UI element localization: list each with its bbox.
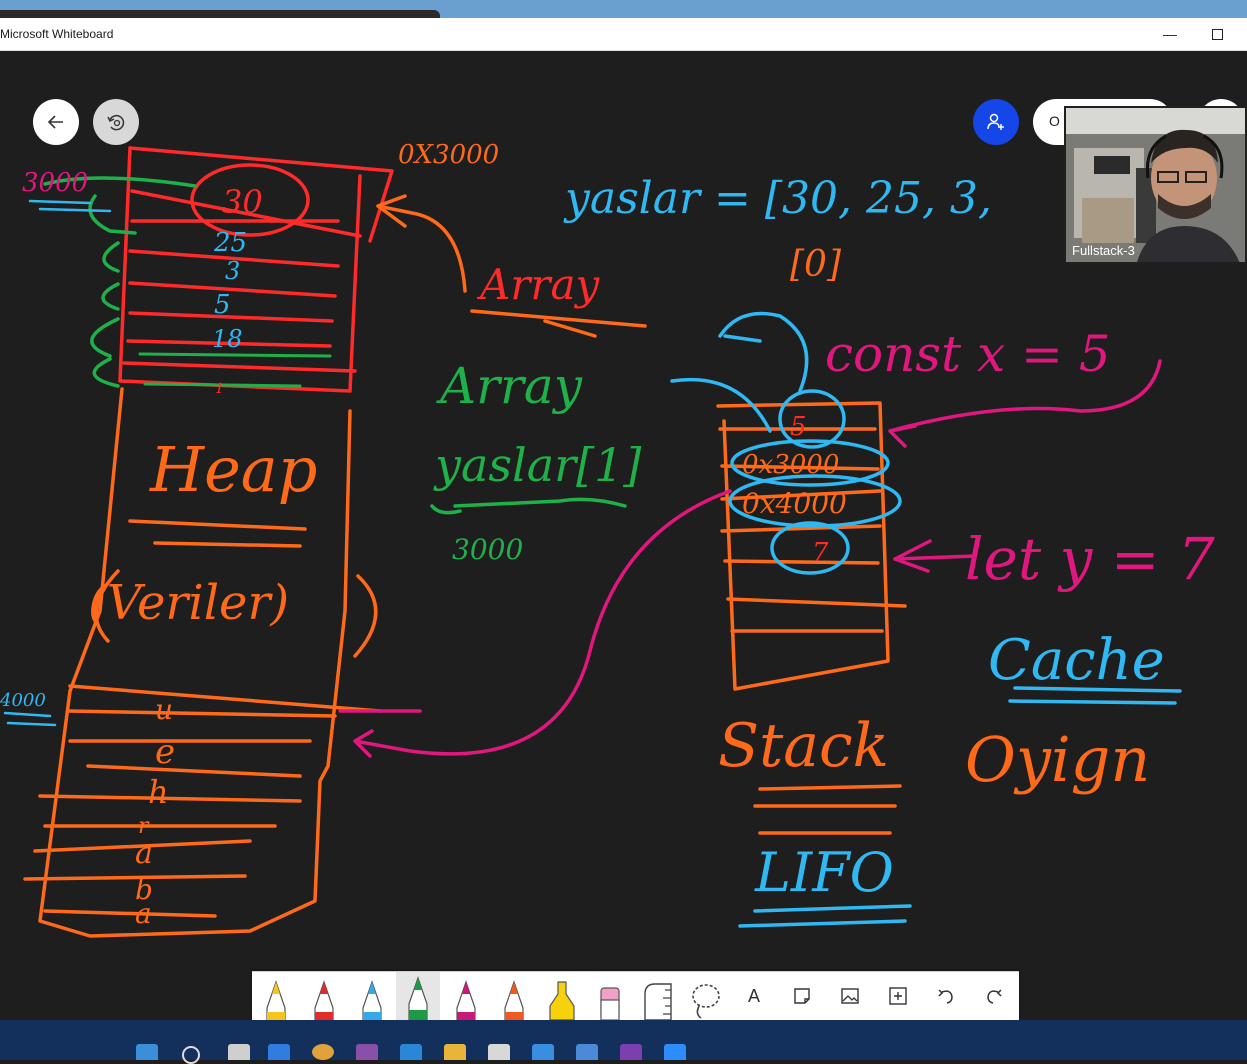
index-expression: yaslar[1] bbox=[433, 438, 641, 492]
vscode-icon[interactable] bbox=[400, 1044, 422, 1060]
undo-icon bbox=[938, 989, 953, 1004]
heap-title: Heap bbox=[149, 433, 317, 506]
pen-blue-icon bbox=[362, 980, 382, 1020]
heap-char-3: h bbox=[148, 773, 169, 811]
highlighter-tool[interactable] bbox=[540, 972, 584, 1020]
lifo-label: LIFO bbox=[754, 841, 894, 904]
heap-bottom-address: 4000 bbox=[0, 690, 46, 711]
heap-value-1: 30 bbox=[222, 183, 263, 221]
array-green-label: Array bbox=[436, 357, 583, 415]
file-explorer-icon[interactable] bbox=[444, 1044, 466, 1060]
store-icon[interactable] bbox=[488, 1044, 510, 1060]
note-icon bbox=[794, 988, 810, 1004]
image-icon bbox=[841, 988, 859, 1004]
heap-char-2: e bbox=[155, 732, 175, 772]
replay-button[interactable] bbox=[93, 99, 139, 145]
history-replay-icon bbox=[107, 114, 125, 131]
ruler-icon bbox=[644, 983, 672, 1020]
pen-red-tool[interactable] bbox=[302, 972, 346, 1020]
heap-top-address: 0X3000 bbox=[398, 140, 499, 170]
maximize-icon bbox=[1211, 29, 1223, 40]
minimize-button[interactable]: — bbox=[1155, 21, 1185, 47]
let-declaration: let y = 7 bbox=[965, 525, 1215, 593]
pen-orange-icon bbox=[504, 980, 524, 1020]
zoom-icon[interactable] bbox=[664, 1044, 686, 1060]
ink-toolbar: A bbox=[252, 971, 1019, 1020]
invite-button[interactable] bbox=[973, 99, 1019, 145]
maximize-button[interactable] bbox=[1202, 21, 1232, 47]
pen-yellow-tool[interactable] bbox=[254, 972, 298, 1020]
text-tool[interactable]: A bbox=[732, 972, 776, 1020]
stack-value-2: 0x3000 bbox=[742, 450, 839, 480]
mail-icon[interactable] bbox=[532, 1044, 554, 1060]
heap-value-2: 25 bbox=[213, 228, 247, 258]
chrome-icon[interactable] bbox=[312, 1044, 334, 1060]
heap-note: (Veriler) bbox=[88, 575, 289, 631]
app-title: Microsoft Whiteboard bbox=[0, 27, 114, 41]
back-button[interactable] bbox=[33, 99, 79, 145]
taskbar bbox=[0, 1020, 1247, 1064]
insert-tool[interactable] bbox=[876, 972, 920, 1020]
heap-value-4: 5 bbox=[214, 290, 231, 320]
undo-tool[interactable] bbox=[924, 972, 968, 1020]
ink-layer: 3000 4000 0X3000 30 25 3 5 18 1 Heap (Ve… bbox=[0, 140, 1215, 938]
pen-magenta-icon bbox=[456, 980, 476, 1020]
pen-yellow-icon bbox=[266, 980, 286, 1020]
highlighter-icon bbox=[549, 981, 575, 1020]
assignment-text: yaslar = [30, 25, 3, bbox=[563, 173, 992, 224]
slack-icon[interactable] bbox=[356, 1044, 378, 1060]
index-result: 3000 bbox=[452, 533, 523, 566]
pen-magenta-tool[interactable] bbox=[444, 972, 488, 1020]
stack-value-3: 0x4000 bbox=[742, 487, 847, 520]
start-icon[interactable] bbox=[136, 1044, 158, 1060]
redo-icon bbox=[987, 989, 1002, 1004]
onenote-icon[interactable] bbox=[620, 1044, 642, 1060]
eraser-icon bbox=[600, 987, 620, 1020]
options-label: O bbox=[1049, 113, 1060, 129]
heap-value-5: 18 bbox=[212, 325, 243, 353]
image-tool[interactable] bbox=[828, 972, 872, 1020]
heap-value-6: 1 bbox=[215, 381, 224, 397]
video-tile[interactable]: Fullstack-3 bbox=[1064, 106, 1247, 264]
task-view-icon[interactable] bbox=[228, 1044, 250, 1060]
pen-green-icon bbox=[408, 976, 428, 1020]
participant-name: Fullstack-3 bbox=[1072, 243, 1135, 258]
ruler-tool[interactable] bbox=[636, 972, 680, 1020]
heap-value-3: 3 bbox=[225, 257, 240, 285]
stack-value-4: 7 bbox=[812, 538, 829, 568]
heap-char-5: a bbox=[135, 836, 153, 871]
cache-note: Oyign bbox=[965, 723, 1150, 796]
add-person-icon bbox=[987, 113, 1004, 130]
search-icon[interactable] bbox=[182, 1046, 200, 1064]
text-icon: A bbox=[747, 985, 760, 1006]
whiteboard-canvas[interactable]: 3000 4000 0X3000 30 25 3 5 18 1 Heap (Ve… bbox=[0, 51, 1247, 1020]
heap-char-7: a bbox=[135, 897, 152, 930]
heap-left-address: 3000 bbox=[22, 168, 88, 198]
assignment-continuation: [0] bbox=[790, 244, 842, 285]
widgets-icon[interactable] bbox=[268, 1044, 290, 1060]
array-red-label: Array bbox=[476, 260, 601, 309]
eraser-tool[interactable] bbox=[588, 972, 632, 1020]
lasso-icon bbox=[692, 984, 720, 1019]
insert-icon bbox=[889, 987, 907, 1005]
title-bar: Microsoft Whiteboard — bbox=[0, 18, 1247, 51]
arrow-left-icon bbox=[47, 115, 63, 129]
minimize-icon: — bbox=[1163, 26, 1177, 42]
cache-label: Cache bbox=[988, 628, 1165, 693]
pen-blue-tool[interactable] bbox=[350, 972, 394, 1020]
heap-char-1: u bbox=[155, 693, 173, 726]
lasso-tool[interactable] bbox=[684, 972, 728, 1020]
participant-video bbox=[1066, 108, 1245, 262]
const-declaration: const x = 5 bbox=[825, 325, 1111, 383]
pen-red-icon bbox=[314, 980, 334, 1020]
stack-value-1: 5 bbox=[790, 412, 807, 442]
whiteboard-taskbar-icon[interactable] bbox=[576, 1044, 598, 1060]
note-tool[interactable] bbox=[780, 972, 824, 1020]
pen-orange-tool[interactable] bbox=[492, 972, 536, 1020]
redo-tool[interactable] bbox=[972, 972, 1016, 1020]
stack-title: Stack bbox=[718, 711, 889, 781]
pen-green-tool[interactable] bbox=[396, 972, 440, 1020]
